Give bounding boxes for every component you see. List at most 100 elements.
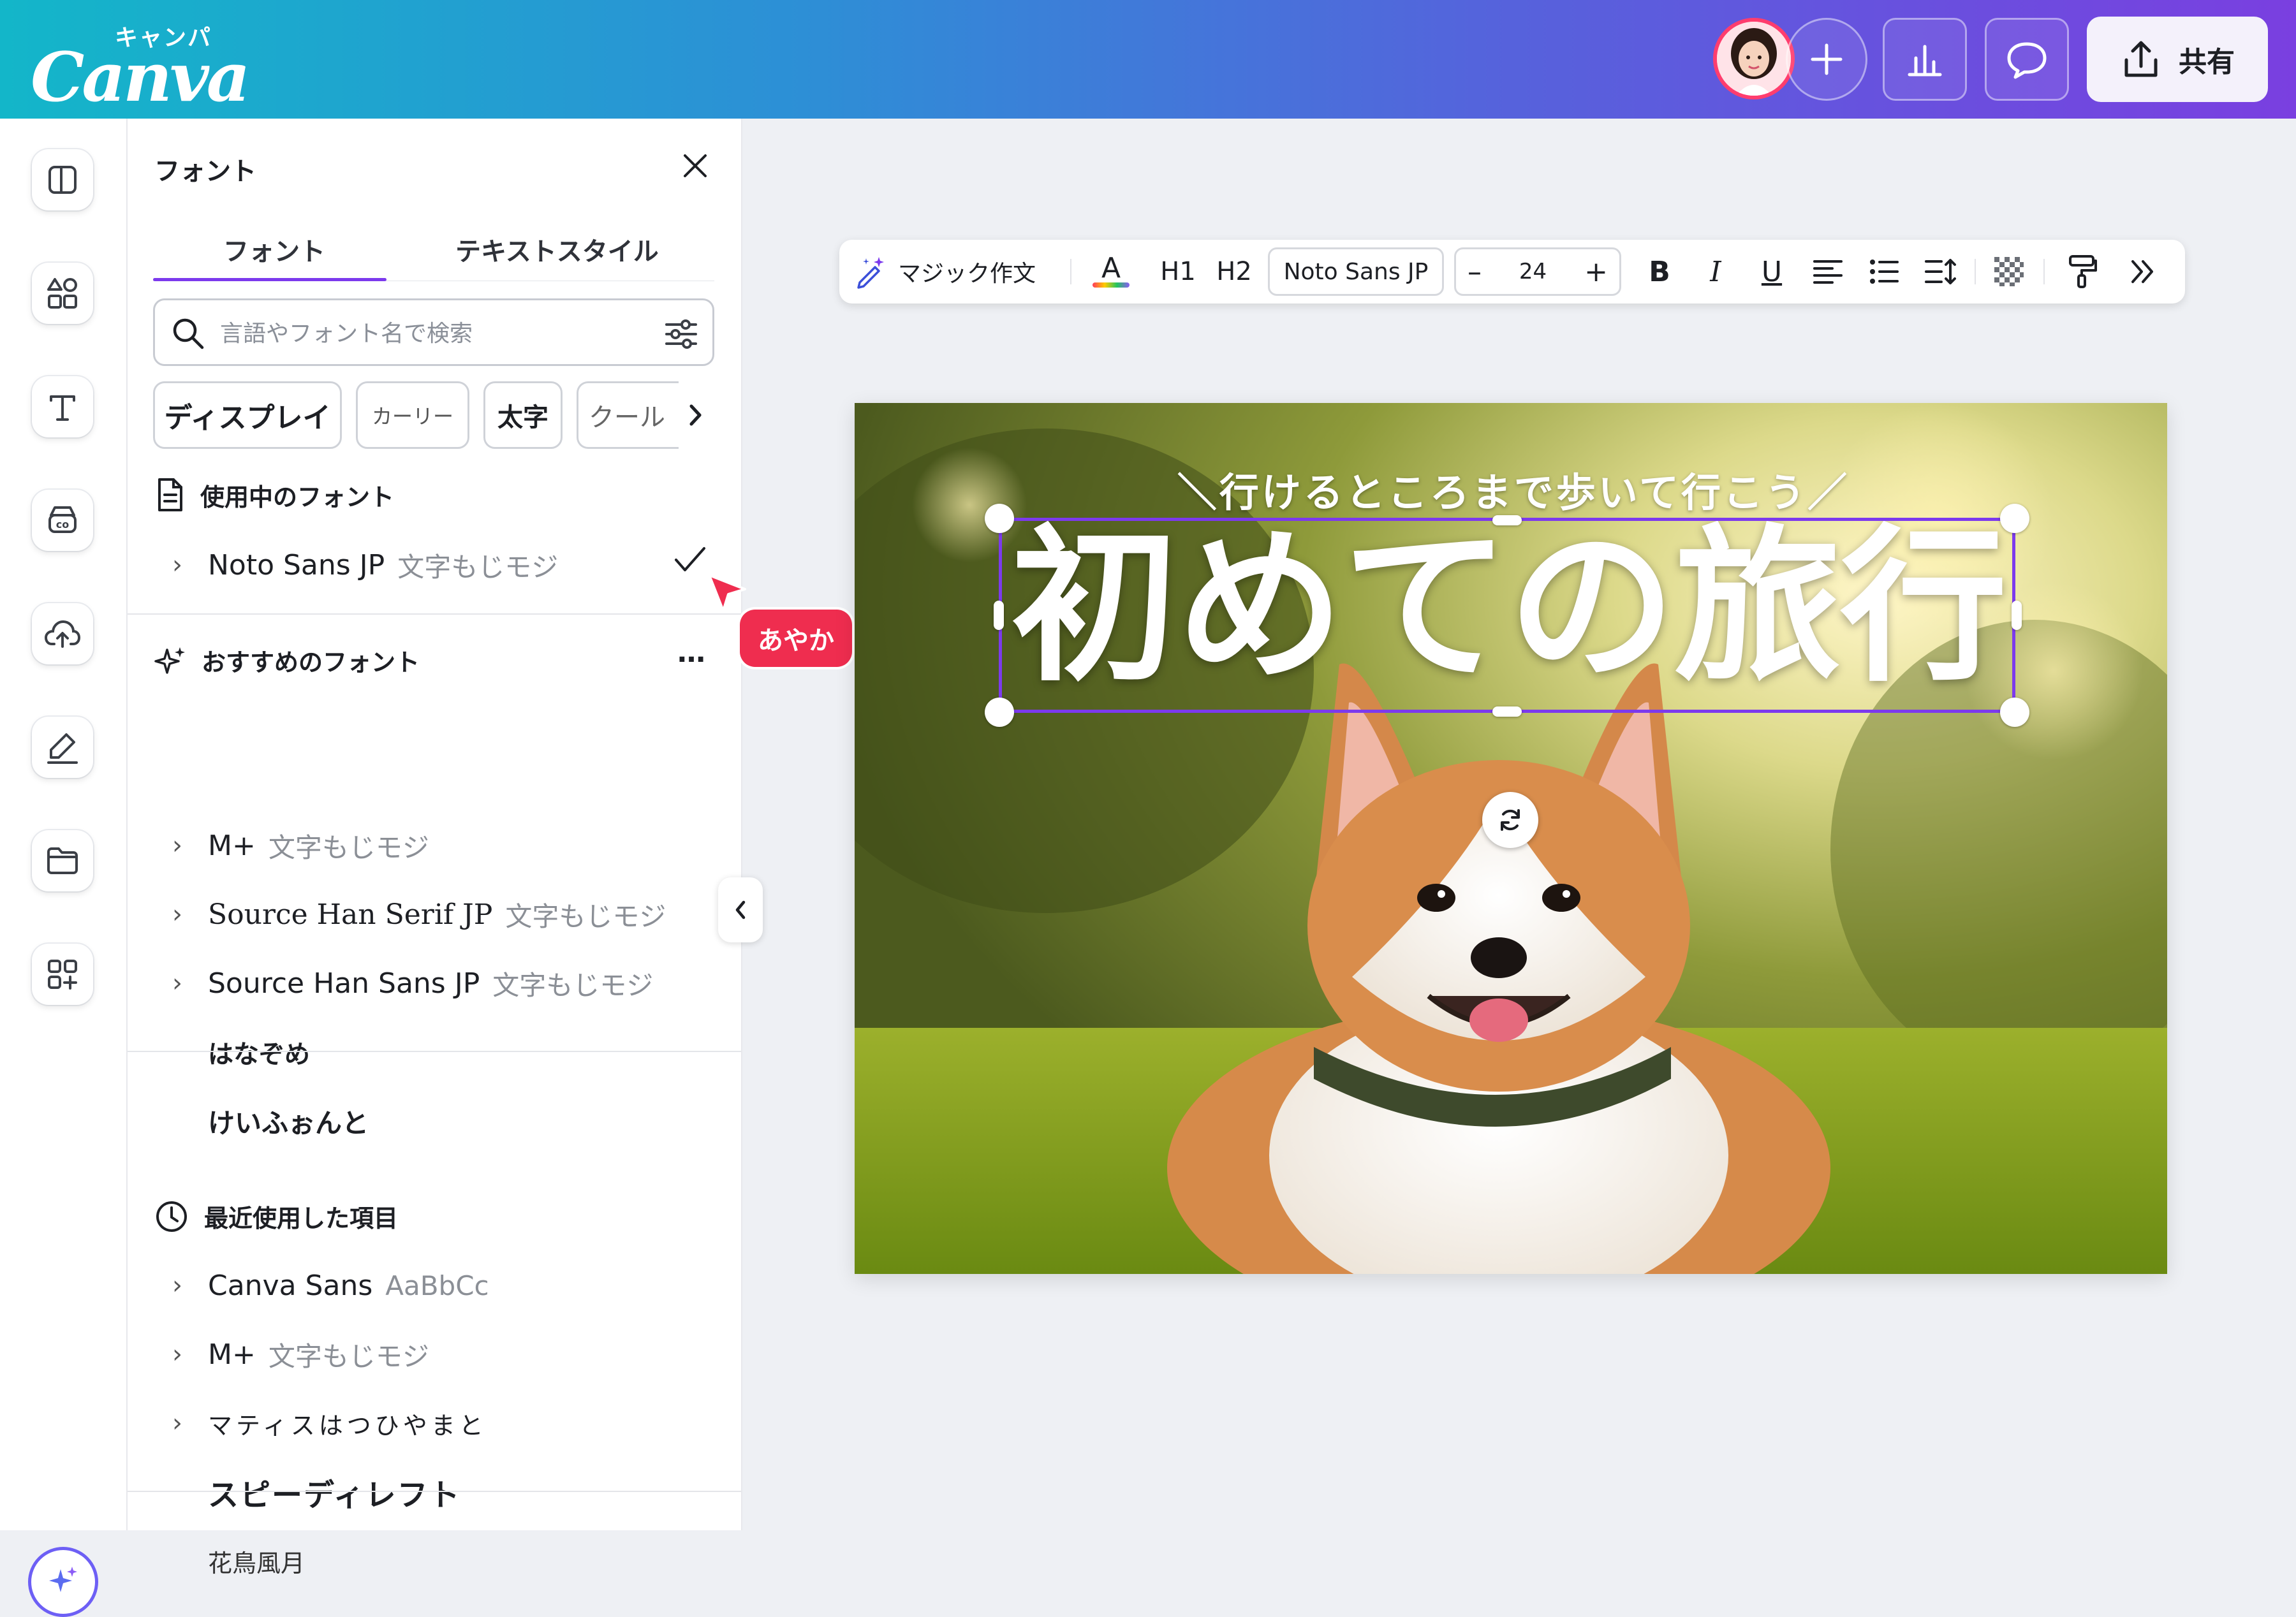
text-color-button[interactable]: A: [1084, 240, 1138, 304]
share-label: 共有: [2179, 46, 2235, 78]
document-icon: [158, 478, 182, 511]
font-size-value[interactable]: 24: [1519, 259, 1547, 284]
uploads-icon: [44, 620, 81, 648]
collapse-panel-button[interactable]: [718, 877, 763, 942]
collaborator-name-label: あやか: [740, 610, 852, 667]
bold-button[interactable]: B: [1634, 240, 1685, 304]
design-canvas[interactable]: ＼行けるところまで歩いて行こう／ 初めての旅行: [855, 403, 2167, 1274]
font-item-hanazome[interactable]: はなぞめ: [208, 1027, 737, 1078]
copy-style-button[interactable]: [2057, 240, 2108, 304]
paint-roller-icon: [2069, 255, 2097, 288]
chevron-right-icon[interactable]: ›: [172, 1271, 208, 1300]
active-tab-indicator: [153, 278, 386, 281]
transparency-icon: [1994, 257, 2024, 286]
chevron-right-icon[interactable]: ›: [172, 550, 208, 580]
rail-design-button[interactable]: [32, 149, 93, 210]
line-spacing-icon: [1925, 259, 1956, 284]
underline-button[interactable]: U: [1746, 240, 1797, 304]
more-options-button[interactable]: …: [677, 636, 705, 669]
sparkle-icon: [154, 647, 185, 674]
close-panel-button[interactable]: [677, 148, 713, 184]
resize-handle-right[interactable]: [2012, 601, 2022, 630]
rail-apps-button[interactable]: [32, 944, 93, 1005]
font-item-kachofugetsu[interactable]: 花鳥風月: [208, 1535, 737, 1586]
chip-curly[interactable]: カーリー: [356, 381, 469, 449]
design-icon: [48, 166, 77, 194]
resize-handle-top-left[interactable]: [985, 504, 1014, 533]
resize-handle-bottom[interactable]: [1492, 706, 1522, 717]
left-rail: co: [0, 119, 128, 1617]
comment-button[interactable]: [1985, 18, 2069, 101]
resize-handle-top[interactable]: [1492, 515, 1522, 525]
chevron-right-icon[interactable]: ›: [172, 1408, 208, 1438]
rotate-handle[interactable]: [1482, 792, 1538, 848]
resize-handle-bottom-right[interactable]: [2000, 698, 2029, 727]
more-tools-button[interactable]: [2117, 240, 2168, 304]
rail-text-button[interactable]: [32, 376, 93, 437]
rail-draw-button[interactable]: [32, 717, 93, 778]
chips-next-button[interactable]: [675, 386, 716, 444]
text-toolbar: マジック作文 A H1 H2 Noto Sans JP – 24 + B I U: [839, 240, 2185, 304]
font-item-m-plus-recent[interactable]: › M+ 文字もじモジ: [172, 1329, 702, 1380]
rail-elements-button[interactable]: [32, 263, 93, 324]
section-divider: [128, 1491, 741, 1492]
transparency-button[interactable]: [1983, 240, 2035, 304]
tab-text-styles[interactable]: テキストスタイル: [455, 231, 659, 268]
decrease-size-button[interactable]: –: [1468, 256, 1482, 288]
recommended-heading-text: おすすめのフォント: [202, 648, 420, 677]
font-item-noto-sans-jp[interactable]: › Noto Sans JP 文字もじモジ: [172, 539, 702, 590]
double-chevron-right-icon: [2131, 260, 2153, 283]
font-name: Noto Sans JP: [208, 548, 385, 582]
font-item-speedy-left[interactable]: スピーディレフト: [208, 1467, 737, 1518]
list-button[interactable]: [1858, 240, 1910, 304]
rail-uploads-button[interactable]: [32, 603, 93, 664]
chevron-right-icon[interactable]: ›: [172, 969, 208, 998]
chip-display[interactable]: ディスプレイ: [153, 381, 342, 449]
font-item-keifont[interactable]: けいふぉんと: [208, 1095, 737, 1146]
chip-bold[interactable]: 太字: [483, 381, 563, 449]
font-sample: AaBbCc: [385, 1269, 489, 1301]
font-name: Source Han Sans JP: [208, 967, 480, 1000]
rail-brand-button[interactable]: co: [32, 490, 93, 551]
font-item-source-han-serif[interactable]: › Source Han Serif JP 文字もじモジ: [172, 889, 702, 940]
recent-heading: 最近使用した項目: [154, 1199, 398, 1234]
increase-size-button[interactable]: +: [1584, 256, 1608, 288]
add-collaborator-button[interactable]: [1786, 18, 1867, 101]
chevron-right-icon[interactable]: ›: [172, 831, 208, 860]
draw-icon: [47, 733, 78, 764]
insights-button[interactable]: [1883, 18, 1967, 101]
tab-fonts[interactable]: フォント: [223, 231, 325, 268]
search-icon: [173, 318, 204, 349]
font-family-dropdown[interactable]: Noto Sans JP: [1268, 247, 1444, 296]
canva-logo[interactable]: キャンパ Canva: [31, 18, 250, 117]
font-size-control: – 24 +: [1454, 247, 1621, 296]
font-panel: フォント フォント テキストスタイル ディスプレイ カーリー 太字 クール: [128, 119, 742, 1577]
font-name: マティスはつひやまと: [208, 1411, 487, 1440]
resize-handle-left[interactable]: [994, 601, 1004, 630]
heading1-button[interactable]: H1: [1154, 240, 1202, 304]
rail-projects-button[interactable]: [32, 830, 93, 891]
font-name: 花鳥風月: [208, 1549, 305, 1577]
font-item-source-han-sans[interactable]: › Source Han Sans JP 文字もじモジ: [172, 958, 702, 1009]
italic-label: I: [1710, 255, 1721, 288]
spacing-button[interactable]: [1915, 240, 1966, 304]
avatar[interactable]: [1713, 18, 1795, 99]
filter-icon[interactable]: [663, 316, 700, 353]
font-item-canva-sans[interactable]: › Canva Sans AaBbCc: [172, 1260, 702, 1311]
heading2-button[interactable]: H2: [1211, 240, 1258, 304]
bold-label: B: [1649, 255, 1670, 288]
chevron-right-icon[interactable]: ›: [172, 1340, 208, 1369]
underline-label: U: [1761, 255, 1783, 288]
italic-button[interactable]: I: [1690, 240, 1741, 304]
font-search-input[interactable]: [219, 312, 642, 355]
align-button[interactable]: [1802, 240, 1853, 304]
magic-write-button[interactable]: マジック作文: [853, 240, 1036, 304]
font-item-matisse[interactable]: › マティスはつひやまと: [172, 1398, 702, 1449]
chevron-right-icon[interactable]: ›: [172, 900, 208, 929]
share-button[interactable]: 共有: [2087, 17, 2268, 102]
chip-cool[interactable]: クール: [577, 381, 679, 449]
rail-magic-button[interactable]: [28, 1547, 98, 1617]
font-item-m-plus[interactable]: › M+ 文字もじモジ: [172, 820, 702, 871]
resize-handle-bottom-left[interactable]: [985, 698, 1014, 727]
resize-handle-top-right[interactable]: [2000, 504, 2029, 533]
